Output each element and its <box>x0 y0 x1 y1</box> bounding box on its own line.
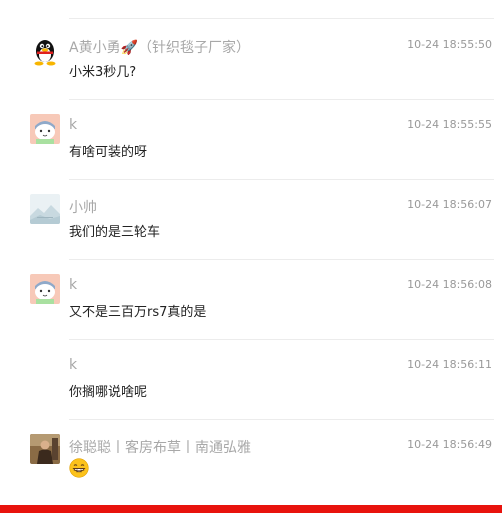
chat-message: k 10-24 18:56:08 又不是三百万rs7真的是 <box>0 260 502 340</box>
message-timestamp: 10-24 18:56:07 <box>407 198 492 211</box>
message-timestamp: 10-24 18:56:11 <box>407 358 492 371</box>
chat-message: k 10-24 18:56:11 你搁哪说啥呢 <box>0 340 502 420</box>
chat-message: k 10-24 18:55:55 有啥可装的呀 <box>0 100 502 180</box>
message-timestamp: 10-24 18:56:08 <box>407 278 492 291</box>
person-photo-avatar[interactable] <box>30 434 60 464</box>
message-text: 你搁哪说啥呢 <box>69 385 148 400</box>
message-timestamp: 10-24 18:55:50 <box>407 38 492 51</box>
chat-message: 徐聪聪丨客房布草丨南通弘雅 10-24 18:56:49 <box>0 420 502 500</box>
message-timestamp: 10-24 18:55:55 <box>407 118 492 131</box>
sender-name[interactable]: k <box>69 277 77 293</box>
landscape-avatar[interactable] <box>30 194 60 224</box>
sender-name[interactable]: k <box>69 357 77 373</box>
message-timestamp: 10-24 18:56:49 <box>407 438 492 451</box>
grinning-face-emoji <box>69 458 89 478</box>
bottom-accent-bar <box>0 505 502 513</box>
chat-message: 小帅 10-24 18:56:07 我们的是三轮车 <box>0 180 502 260</box>
sender-name[interactable]: 徐聪聪丨客房布草丨南通弘雅 <box>69 437 251 457</box>
message-text: 小米3秒几? <box>69 65 137 80</box>
cartoon-cat-avatar[interactable] <box>30 114 60 144</box>
message-text: 有啥可装的呀 <box>69 145 148 160</box>
sender-name[interactable]: 小帅 <box>69 197 97 217</box>
penguin-avatar[interactable] <box>30 37 60 67</box>
cartoon-cat-avatar[interactable] <box>30 274 60 304</box>
sender-name[interactable]: k <box>69 117 77 133</box>
chat-message: A黄小勇🚀（针织毯子厂家） 10-24 18:55:50 小米3秒几? <box>0 20 502 100</box>
message-text: 又不是三百万rs7真的是 <box>69 305 207 320</box>
divider <box>69 18 494 19</box>
sender-name[interactable]: A黄小勇🚀（针织毯子厂家） <box>69 37 250 57</box>
message-text: 我们的是三轮车 <box>69 225 161 240</box>
